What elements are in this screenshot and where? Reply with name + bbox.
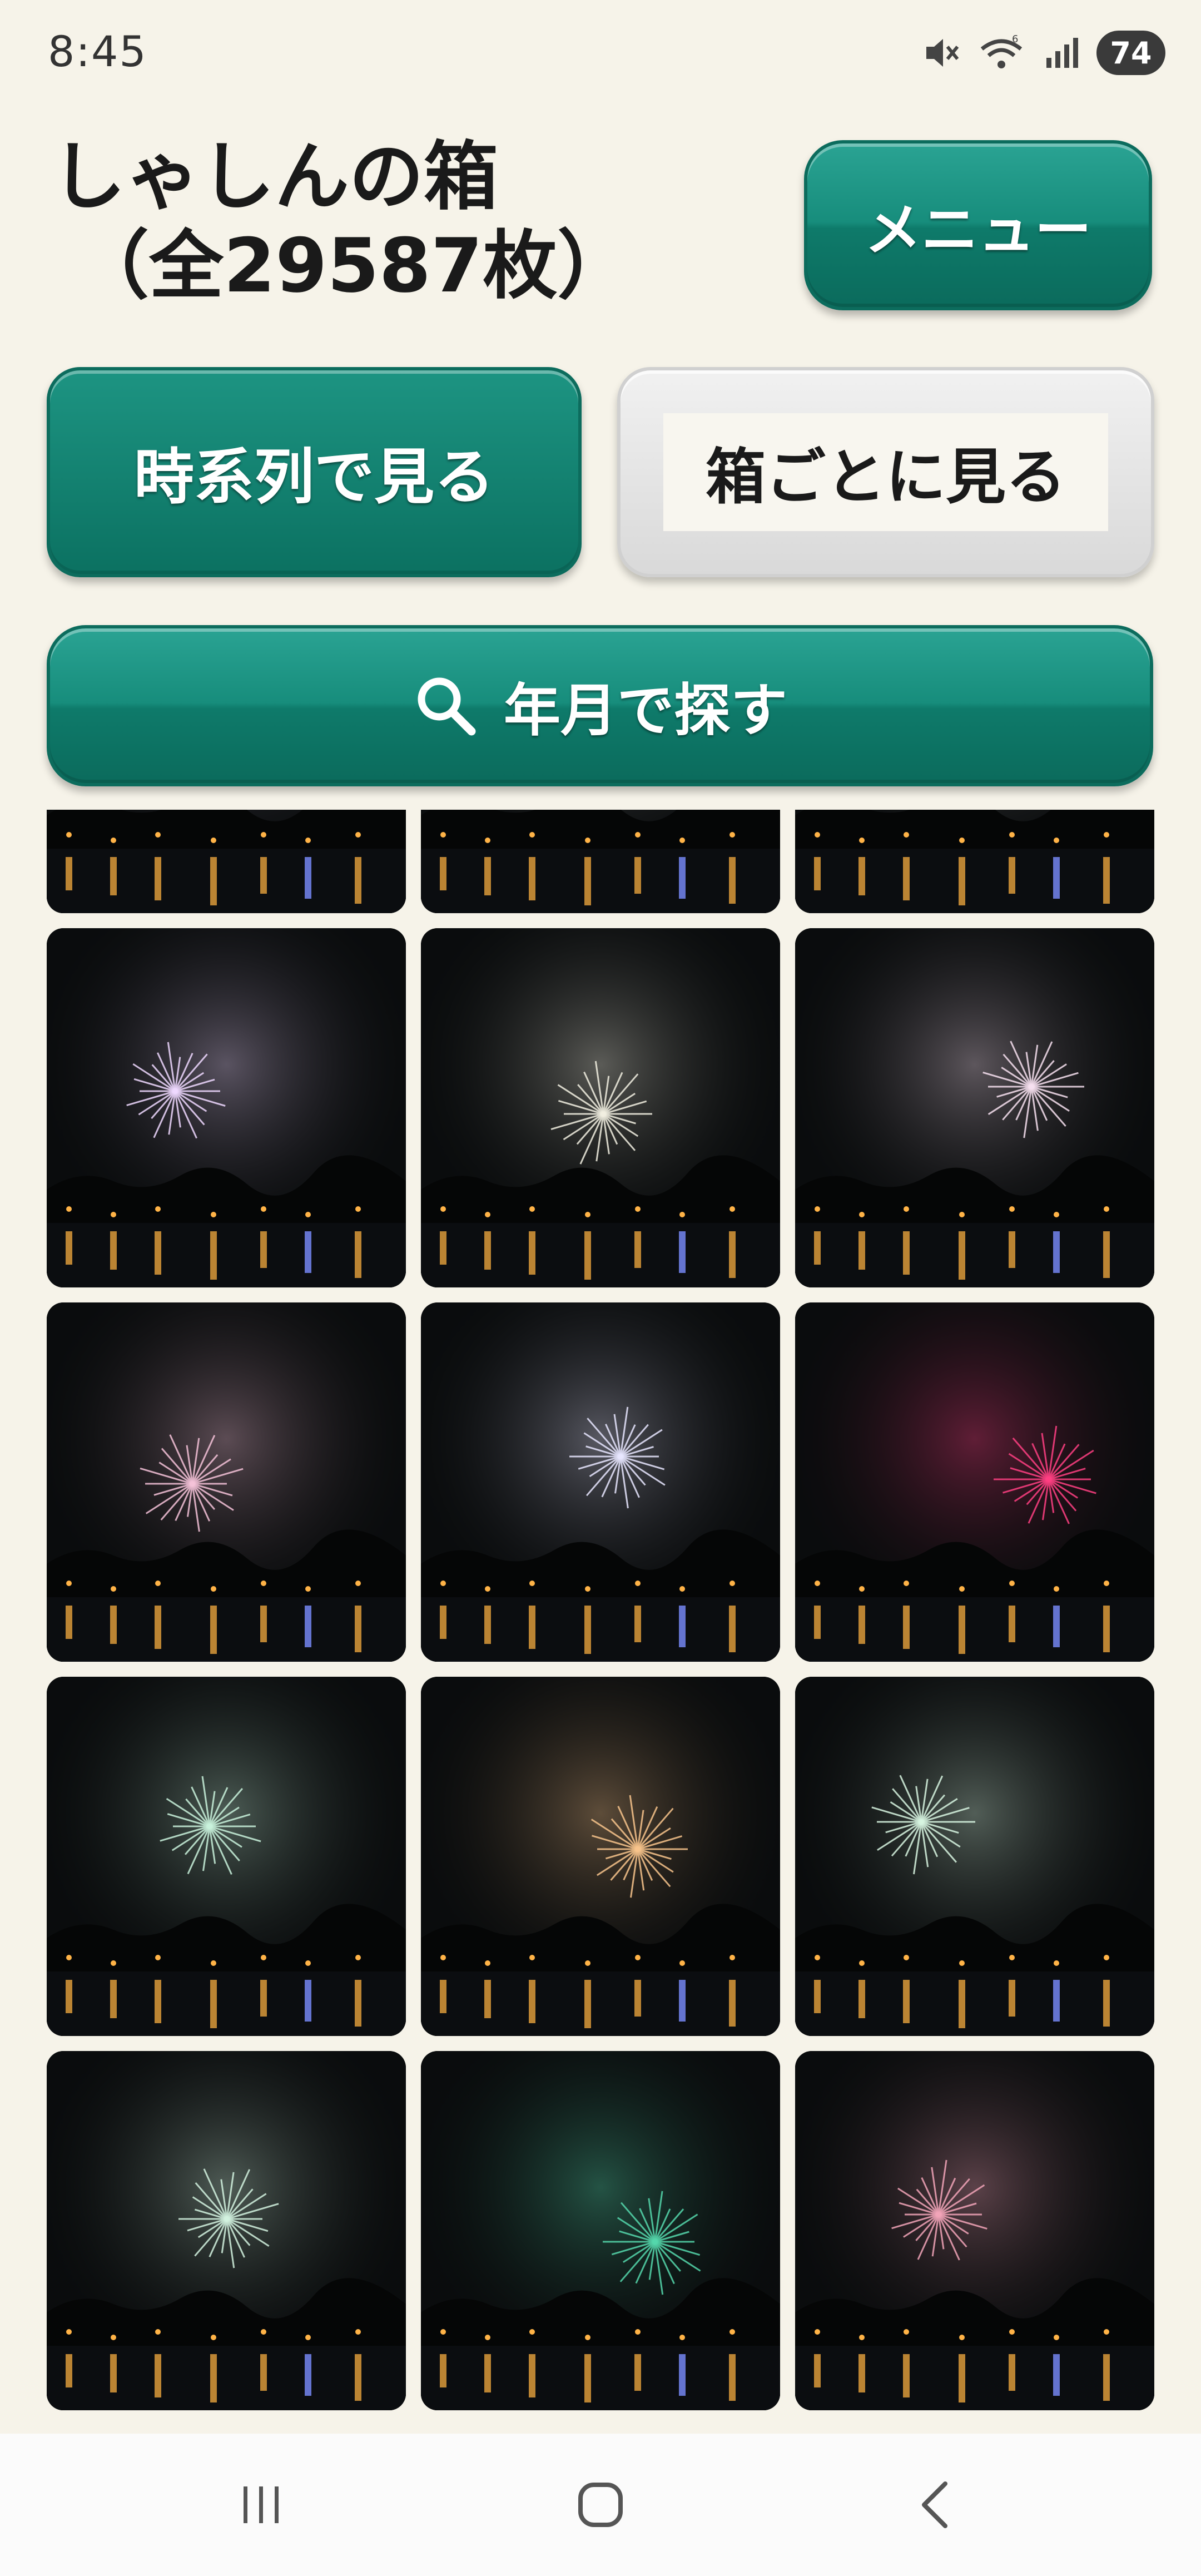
photo-grid xyxy=(47,810,1154,2434)
mute-icon xyxy=(926,39,959,67)
search-label: 年月で探す xyxy=(504,677,787,744)
title-line1: しゃしんの箱 xyxy=(51,133,499,220)
app-screen: 8:45 6 74 しゃしんの箱 （全29587枚） メニュー 時系列で見る 箱… xyxy=(0,0,1201,2576)
photo-thumbnail[interactable] xyxy=(795,810,1154,913)
wifi-icon: 6 xyxy=(980,33,1023,68)
photo-thumbnail[interactable] xyxy=(47,1677,406,2036)
photo-thumbnail[interactable] xyxy=(47,810,406,913)
back-icon[interactable] xyxy=(886,2466,986,2544)
photo-thumbnail[interactable] xyxy=(795,2051,1154,2410)
search-icon xyxy=(418,677,476,736)
photo-thumbnail[interactable] xyxy=(47,1302,406,1662)
battery-icon: 74 xyxy=(1096,31,1165,75)
status-icons: 6 74 xyxy=(922,28,1165,78)
photo-thumbnail[interactable] xyxy=(47,2051,406,2410)
photo-thumbnail[interactable] xyxy=(795,1302,1154,1662)
search-by-month-button[interactable]: 年月で探す xyxy=(47,625,1153,786)
photo-thumbnail[interactable] xyxy=(421,2051,780,2410)
home-icon[interactable] xyxy=(550,2466,651,2544)
signal-icon xyxy=(1046,38,1078,68)
photo-thumbnail[interactable] xyxy=(47,928,406,1287)
photo-thumbnail[interactable] xyxy=(795,1677,1154,2036)
photo-thumbnail[interactable] xyxy=(421,1302,780,1662)
recent-apps-icon[interactable] xyxy=(211,2466,311,2544)
box-view-button[interactable]: 箱ごとに見る xyxy=(617,367,1154,577)
photo-thumbnail[interactable] xyxy=(421,810,780,913)
photo-thumbnail[interactable] xyxy=(795,928,1154,1287)
chronological-view-button[interactable]: 時系列で見る xyxy=(47,367,582,577)
page-title: しゃしんの箱 （全29587枚） xyxy=(51,132,632,310)
svg-text:6: 6 xyxy=(1012,33,1018,45)
box-view-label: 箱ごとに見る xyxy=(663,413,1108,531)
status-time: 8:45 xyxy=(48,27,147,76)
photo-thumbnail[interactable] xyxy=(421,928,780,1287)
title-line2: （全29587枚） xyxy=(75,222,632,309)
photo-thumbnail[interactable] xyxy=(421,1677,780,2036)
navigation-bar xyxy=(0,2434,1201,2576)
menu-button[interactable]: メニュー xyxy=(804,140,1152,310)
status-bar: 8:45 6 74 xyxy=(0,0,1201,106)
